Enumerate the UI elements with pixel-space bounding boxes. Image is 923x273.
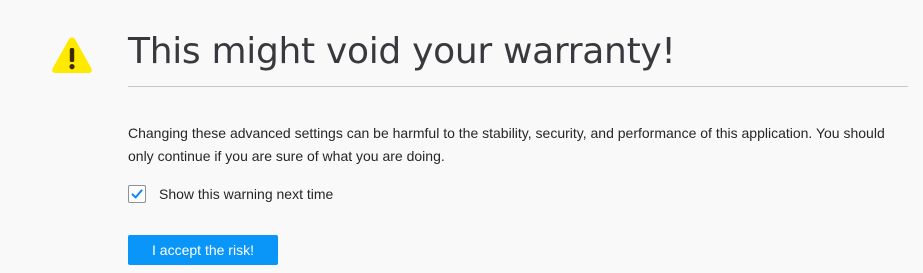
warning-triangle-icon — [52, 37, 92, 73]
title-divider — [128, 86, 908, 87]
show-warning-checkbox[interactable] — [128, 185, 146, 203]
warning-page: This might void your warranty! Changing … — [0, 0, 923, 273]
page-title: This might void your warranty! — [128, 31, 676, 72]
warning-description: Changing these advanced settings can be … — [128, 125, 885, 164]
accept-risk-button[interactable]: I accept the risk! — [128, 235, 278, 265]
show-warning-checkbox-row[interactable]: Show this warning next time — [128, 183, 333, 205]
checkmark-icon — [131, 189, 143, 199]
show-warning-label: Show this warning next time — [159, 186, 334, 202]
